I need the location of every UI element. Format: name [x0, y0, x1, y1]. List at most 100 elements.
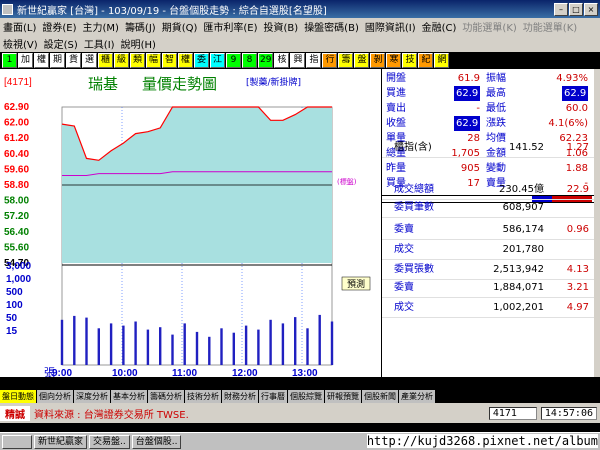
market-label: 成交	[394, 302, 414, 313]
toolbar-button-7[interactable]: 級	[114, 53, 129, 68]
menu-item-4[interactable]: 期貨(Q)	[159, 19, 201, 34]
toolbar-button-15[interactable]: 8	[242, 53, 257, 68]
market-change: 3.21	[566, 282, 589, 293]
menu-item-1[interactable]: 證券(E)	[39, 19, 79, 34]
tab-5[interactable]: 技術分析	[185, 390, 221, 403]
menu-item-6[interactable]: 投資(B)	[261, 19, 302, 34]
tab-0[interactable]: 盤日動態	[0, 390, 36, 403]
toolbar-button-27[interactable]: 網	[434, 53, 450, 68]
menu-item-view-3[interactable]: 說明(H)	[118, 36, 159, 51]
price-tick: 62.00	[4, 118, 29, 129]
toolbar-button-26[interactable]: 紀	[418, 53, 434, 68]
quote-row: 買進 62.9 最高 62.9	[382, 86, 595, 101]
toolbar-button-9[interactable]: 幅	[146, 53, 161, 68]
time-tick: 9:00	[52, 368, 72, 377]
panel-scrollbar[interactable]	[594, 69, 600, 377]
toolbar-button-17[interactable]: 核	[274, 53, 290, 68]
status-code[interactable]: 4171	[488, 406, 537, 420]
toolbar-button-4[interactable]: 貨	[66, 53, 81, 68]
toolbar-button-0[interactable]: 1	[2, 53, 17, 68]
tab-6[interactable]: 財務分析	[222, 390, 258, 403]
volume-bar	[244, 325, 248, 365]
toolbar-button-3[interactable]: 期	[50, 53, 65, 68]
taskbar-item[interactable]: 交易盤..	[89, 434, 130, 449]
market-row: 委賣 1,884,071 3.21	[382, 278, 595, 298]
tab-1[interactable]: 個向分析	[37, 390, 73, 403]
volume-tick: 1,000	[6, 274, 31, 285]
market-change: 22.9	[566, 184, 589, 195]
toolbar-button-2[interactable]: 權	[34, 53, 49, 68]
toolbar-button-12[interactable]: 委	[194, 53, 209, 68]
tab-10[interactable]: 個股新聞	[362, 390, 398, 403]
toolbar-button-6[interactable]: 櫃	[98, 53, 113, 68]
tab-7[interactable]: 行事曆	[259, 390, 287, 403]
title-bar[interactable]: 新世紀贏家 [台灣] - 103/09/19 - 台盤個股走勢 : 綜合自選股[…	[0, 0, 600, 18]
price-plot	[61, 106, 332, 266]
quote-label: 買進	[386, 88, 406, 99]
tab-3[interactable]: 基本分析	[111, 390, 147, 403]
market-value: 2,513,942	[493, 264, 544, 275]
start-button[interactable]	[2, 434, 32, 449]
volume-plot	[60, 314, 334, 365]
toolbar-button-5[interactable]: 選	[82, 53, 97, 68]
toolbar-button-13[interactable]: 江	[210, 53, 225, 68]
menu-item-9[interactable]: 金融(C)	[419, 19, 460, 34]
tab-8[interactable]: 個股綜覽	[288, 390, 324, 403]
volume-bar	[294, 317, 297, 365]
toolbar-button-22[interactable]: 盤	[354, 53, 370, 68]
close-button[interactable]: ×	[584, 2, 598, 16]
market-row: 櫃指(含) 141.52 1.27	[382, 138, 595, 158]
menu-item-3[interactable]: 籌碼(J)	[122, 19, 159, 34]
menu-item-0[interactable]: 畫面(L)	[0, 19, 39, 34]
taskbar-item[interactable]: 台盤個股..	[131, 434, 182, 449]
volume-bar	[330, 321, 334, 365]
menu-item-11[interactable]: 功能選單(K)	[520, 19, 580, 34]
market-value: 201,780	[502, 244, 544, 255]
taskbar-item[interactable]: 新世紀贏家	[34, 434, 88, 449]
toolbar-button-10[interactable]: 智	[162, 53, 177, 68]
toolbar-button-16[interactable]: 29	[258, 53, 274, 68]
quote-row: 賣出 - 最低 60.0	[382, 101, 595, 116]
menu-item-8[interactable]: 國際資訊(I)	[362, 19, 419, 34]
tab-9[interactable]: 研報預覽	[325, 390, 361, 403]
stock-code: [4171]	[4, 77, 32, 88]
maximize-button[interactable]: □	[569, 2, 583, 16]
volume-bar	[232, 332, 235, 365]
status-bar: 精誠 資料來源 : 台灣證券交易所 TWSE. 4171 14:57:06	[0, 403, 600, 423]
market-change: 4.13	[566, 264, 589, 275]
toolbar-button-14[interactable]: 9	[226, 53, 241, 68]
menu-item-7[interactable]: 操盤密碼(B)	[301, 19, 362, 34]
toolbar-button-1[interactable]: 加	[18, 53, 33, 68]
quote-label: 最低	[486, 103, 506, 114]
minimize-button[interactable]: –	[554, 2, 568, 16]
toolbar-button-19[interactable]: 指	[306, 53, 322, 68]
market-row: 成交 1,002,201 4.97	[382, 298, 595, 318]
price-tick: 59.60	[4, 164, 29, 175]
market-label: 委賣	[394, 282, 414, 293]
menu-item-view-0[interactable]: 檢視(V)	[0, 36, 41, 51]
market-row: 委買筆數 608,907	[382, 198, 595, 218]
time-tick: 11:00	[172, 368, 197, 377]
market-label: 成交	[394, 244, 414, 255]
toolbar-button-8[interactable]: 類	[130, 53, 145, 68]
menu-item-5[interactable]: 匯市利率(E)	[200, 19, 260, 34]
menu-item-view-1[interactable]: 設定(S)	[41, 36, 81, 51]
volume-bar	[97, 328, 100, 365]
tab-4[interactable]: 籌碼分析	[148, 390, 184, 403]
tab-11[interactable]: 產業分析	[399, 390, 435, 403]
menu-item-2[interactable]: 主力(M)	[80, 19, 122, 34]
volume-bar	[318, 314, 321, 365]
menu-item-10[interactable]: 功能選單(K)	[459, 19, 519, 34]
toolbar-button-25[interactable]: 技	[402, 53, 418, 68]
toolbar-button-18[interactable]: 興	[290, 53, 306, 68]
quote-value: 62.9	[562, 86, 588, 101]
price-tick: 58.00	[4, 196, 29, 207]
toolbar-button-23[interactable]: 剝	[370, 53, 386, 68]
toolbar-button-20[interactable]: 行	[322, 53, 338, 68]
price-tick: 61.20	[4, 133, 29, 144]
menu-item-view-2[interactable]: 工具(I)	[81, 36, 118, 51]
toolbar-button-11[interactable]: 權	[178, 53, 193, 68]
toolbar-button-21[interactable]: 籌	[338, 53, 354, 68]
toolbar-button-24[interactable]: 寒	[386, 53, 402, 68]
tab-2[interactable]: 深度分析	[74, 390, 110, 403]
